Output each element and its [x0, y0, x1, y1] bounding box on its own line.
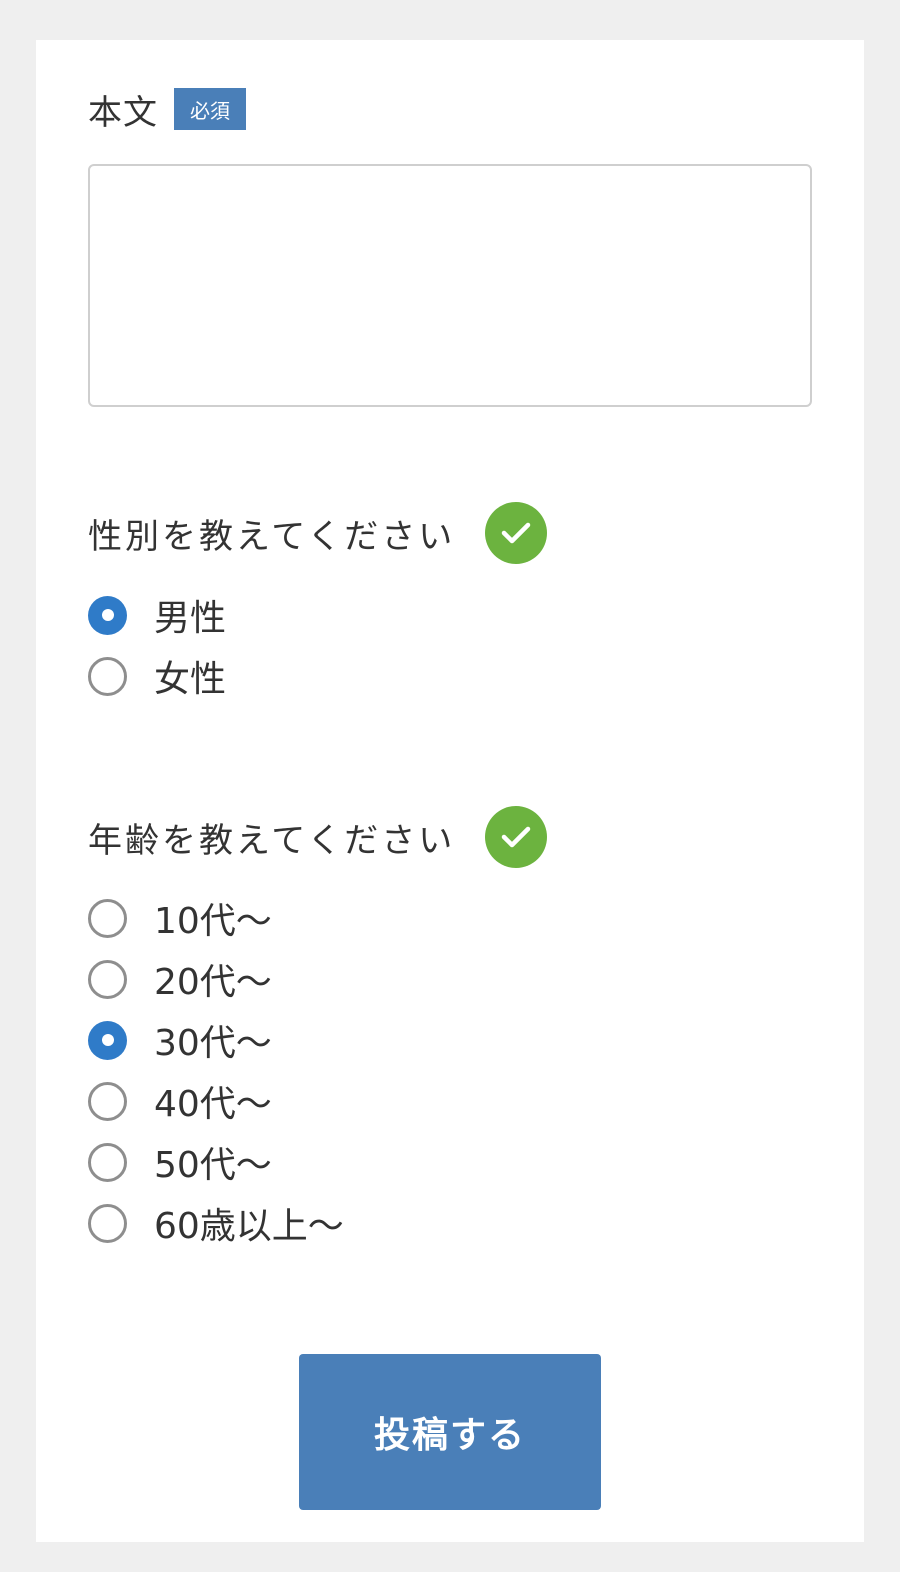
- age-option-60-plus[interactable]: 60歳以上〜: [88, 1202, 344, 1247]
- radio-label: 男性: [154, 598, 227, 639]
- check-circle-icon: [485, 806, 548, 868]
- age-option-30s[interactable]: 30代〜: [88, 1019, 272, 1064]
- required-badge: 必須: [174, 88, 246, 130]
- age-option-20s[interactable]: 20代〜: [88, 958, 272, 1003]
- radio-button[interactable]: [88, 656, 127, 696]
- radio-button[interactable]: [88, 1081, 127, 1121]
- check-circle-icon: [485, 502, 548, 564]
- gender-question-label: 性別を教えてください: [88, 516, 456, 557]
- radio-label: 40代〜: [154, 1084, 272, 1125]
- radio-label: 女性: [154, 659, 227, 700]
- age-question: 年齢を教えてください: [88, 806, 548, 868]
- radio-button[interactable]: [88, 959, 127, 999]
- age-option-10s[interactable]: 10代〜: [88, 897, 272, 942]
- radio-button[interactable]: [88, 1142, 127, 1182]
- radio-button[interactable]: [88, 898, 127, 938]
- radio-label: 30代〜: [154, 1023, 272, 1064]
- radio-label: 20代〜: [154, 962, 272, 1003]
- body-field-label: 本文 必須: [88, 88, 246, 133]
- radio-button[interactable]: [88, 595, 127, 635]
- radio-label: 10代〜: [154, 901, 272, 942]
- radio-label: 50代〜: [154, 1145, 272, 1186]
- age-option-40s[interactable]: 40代〜: [88, 1080, 272, 1125]
- age-option-50s[interactable]: 50代〜: [88, 1141, 272, 1186]
- radio-button[interactable]: [88, 1020, 127, 1060]
- radio-label: 60歳以上〜: [154, 1206, 344, 1247]
- gender-option-male[interactable]: 男性: [88, 594, 226, 639]
- submit-button[interactable]: 投稿する: [299, 1354, 601, 1510]
- post-form-card: 本文 必須 性別を教えてください 男性 女性 年齢を教えてください 10代〜 2…: [36, 40, 864, 1542]
- body-label-text: 本文: [88, 92, 158, 133]
- body-textarea[interactable]: [88, 164, 812, 407]
- radio-button[interactable]: [88, 1203, 127, 1243]
- gender-question: 性別を教えてください: [88, 502, 548, 564]
- gender-option-female[interactable]: 女性: [88, 655, 226, 700]
- age-question-label: 年齢を教えてください: [88, 820, 456, 861]
